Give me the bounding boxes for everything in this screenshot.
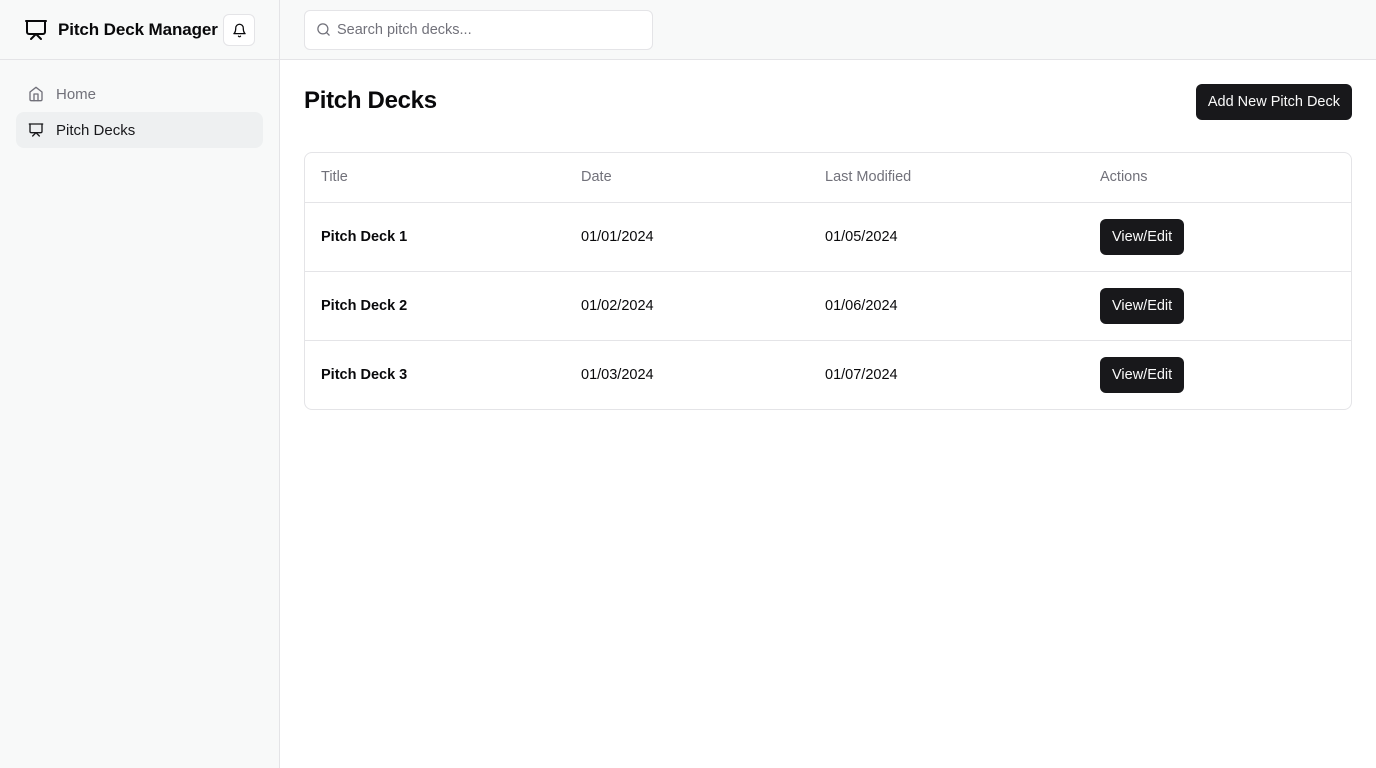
column-header-date: Date [565, 153, 809, 203]
cell-title: Pitch Deck 2 [305, 271, 565, 341]
brand[interactable]: Pitch Deck Manager [24, 18, 218, 42]
view-edit-button[interactable]: View/Edit [1100, 218, 1185, 255]
sidebar-nav: Home Pitch Decks [0, 60, 279, 164]
presentation-icon [24, 18, 48, 42]
app-root: Pitch Deck Manager Home Pitch Decks Sear… [0, 0, 1376, 768]
cell-last-modified: 01/06/2024 [809, 271, 1084, 341]
column-header-last-modified: Last Modified [809, 153, 1084, 203]
add-pitch-deck-button[interactable]: Add New Pitch Deck [1195, 84, 1352, 120]
table-header-row: Title Date Last Modified Actions [305, 153, 1351, 203]
top-bar [280, 0, 1376, 60]
table-row: Pitch Deck 2 01/02/2024 01/06/2024 View/… [305, 271, 1351, 341]
column-header-actions: Actions [1084, 153, 1351, 203]
app-title: Pitch Deck Manager [58, 19, 218, 39]
search-icon [316, 22, 331, 37]
sidebar-item-pitch-decks[interactable]: Pitch Decks [16, 112, 263, 148]
cell-title: Pitch Deck 1 [305, 202, 565, 272]
sidebar-item-label: Pitch Decks [56, 121, 136, 139]
presentation-icon [28, 122, 44, 138]
cell-title: Pitch Deck 3 [321, 366, 408, 383]
notifications-button[interactable] [223, 14, 255, 46]
cell-actions: View/Edit [1084, 271, 1351, 341]
sidebar-item-label: Home [56, 85, 97, 103]
page-title: Pitch Decks [304, 87, 437, 114]
cell-actions: View/Edit [1084, 202, 1351, 272]
search-input[interactable] [305, 11, 652, 49]
cell-date: 01/01/2024 [565, 202, 809, 272]
search-box [304, 10, 653, 50]
bell-icon [232, 23, 247, 38]
column-header-title: Title [305, 153, 565, 203]
view-edit-button[interactable]: View/Edit [1100, 356, 1185, 393]
view-edit-button[interactable]: View/Edit [1100, 287, 1185, 324]
sidebar: Pitch Deck Manager Home Pitch Decks [0, 0, 280, 768]
table-row: Pitch Deck 3 01/03/2024 01/07/2024 View/… [305, 340, 1351, 409]
cell-date: 01/03/2024 [581, 366, 654, 383]
table-row: Pitch Deck 1 01/01/2024 01/05/2024 View/… [305, 202, 1351, 272]
cell-actions: View/Edit [1084, 340, 1351, 409]
home-icon [28, 86, 44, 102]
cell-last-modified: 01/07/2024 [825, 366, 898, 383]
cell-last-modified: 01/05/2024 [809, 202, 1084, 272]
cell-date: 01/02/2024 [565, 271, 809, 341]
pitch-decks-table: Title Date Last Modified Actions Pitch D… [305, 153, 1351, 409]
pitch-decks-table-card: Title Date Last Modified Actions Pitch D… [304, 152, 1352, 410]
sidebar-item-home[interactable]: Home [16, 76, 263, 112]
